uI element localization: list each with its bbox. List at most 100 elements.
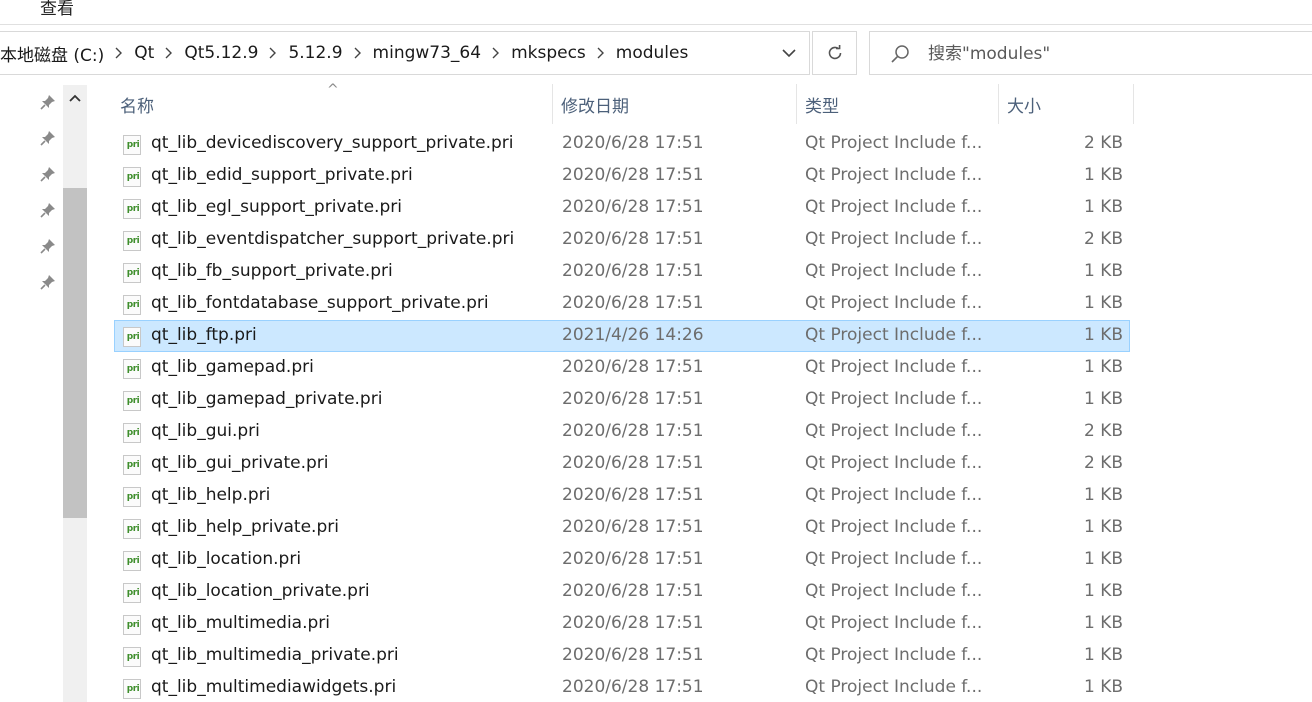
pri-file-icon: pri bbox=[123, 135, 141, 155]
file-row[interactable]: pri qt_lib_location.pri 2020/6/28 17:51 Qt … bbox=[114, 544, 1130, 576]
chevron-right-icon[interactable] bbox=[258, 43, 288, 63]
address-history-dropdown[interactable] bbox=[769, 32, 809, 74]
file-name: qt_lib_edid_support_private.pri bbox=[151, 165, 413, 185]
pri-file-icon: pri bbox=[123, 487, 141, 507]
file-name: qt_lib_multimediawidgets.pri bbox=[151, 677, 397, 697]
pri-file-icon: pri bbox=[123, 231, 141, 251]
file-name: qt_lib_help_private.pri bbox=[151, 517, 339, 537]
file-icon-label: pri bbox=[126, 524, 140, 534]
file-name: qt_lib_fontdatabase_support_private.pri bbox=[151, 293, 489, 313]
breadcrumb-item-drive[interactable]: 本地磁盘 (C:) bbox=[0, 41, 104, 66]
file-row[interactable]: pri qt_lib_ftp.pri 2021/4/26 14:26 Qt Proje… bbox=[114, 320, 1130, 352]
pin-icon[interactable] bbox=[40, 202, 56, 218]
file-date-modified: 2020/6/28 17:51 bbox=[562, 421, 704, 441]
column-size[interactable]: 大小 bbox=[999, 84, 1133, 124]
file-name: qt_lib_gui_private.pri bbox=[151, 453, 329, 473]
file-row[interactable]: pri qt_lib_devicediscovery_support_privat… bbox=[114, 128, 1130, 160]
chevron-right-icon[interactable] bbox=[104, 43, 134, 63]
file-icon-label: pri bbox=[126, 236, 140, 246]
file-icon-label: pri bbox=[126, 204, 140, 214]
file-type: Qt Project Include f... bbox=[805, 197, 983, 217]
pin-icon[interactable] bbox=[40, 274, 56, 290]
file-size: 1 KB bbox=[1083, 261, 1123, 281]
file-type: Qt Project Include f... bbox=[805, 645, 983, 665]
file-row[interactable]: pri qt_lib_multimedia_private.pri 2020/6/2… bbox=[114, 640, 1130, 672]
pri-file-icon: pri bbox=[123, 167, 141, 187]
breadcrumb-item-qt5129[interactable]: Qt5.12.9 bbox=[184, 43, 258, 63]
search-input[interactable] bbox=[928, 42, 1298, 66]
breadcrumb-item-qt[interactable]: Qt bbox=[134, 43, 154, 63]
search-box[interactable] bbox=[869, 31, 1312, 75]
file-row[interactable]: pri qt_lib_gui.pri 2020/6/28 17:51 Qt Proje… bbox=[114, 416, 1130, 448]
file-type: Qt Project Include f... bbox=[805, 677, 983, 697]
pri-file-icon: pri bbox=[123, 423, 141, 443]
nav-scrollbar-thumb[interactable] bbox=[63, 188, 87, 518]
nav-scroll-up-button[interactable] bbox=[63, 85, 87, 111]
file-row[interactable]: pri qt_lib_multimediawidgets.pri 2020/6/28… bbox=[114, 672, 1130, 702]
file-date-modified: 2020/6/28 17:51 bbox=[562, 613, 704, 633]
pri-file-icon: pri bbox=[123, 199, 141, 219]
file-size: 2 KB bbox=[1083, 229, 1123, 249]
pin-icon[interactable] bbox=[40, 130, 56, 146]
pri-file-icon: pri bbox=[123, 583, 141, 603]
breadcrumb-item-version[interactable]: 5.12.9 bbox=[288, 43, 342, 63]
pin-icon[interactable] bbox=[40, 94, 56, 110]
file-type: Qt Project Include f... bbox=[805, 581, 983, 601]
chevron-right-icon[interactable] bbox=[481, 43, 511, 63]
file-type: Qt Project Include f... bbox=[805, 357, 983, 377]
chevron-right-icon[interactable] bbox=[586, 43, 616, 63]
file-name: qt_lib_fb_support_private.pri bbox=[151, 261, 393, 281]
file-row[interactable]: pri qt_lib_fontdatabase_support_private.p… bbox=[114, 288, 1130, 320]
pin-icon[interactable] bbox=[40, 166, 56, 182]
breadcrumb-item-mkspecs[interactable]: mkspecs bbox=[511, 43, 586, 63]
file-name: qt_lib_gamepad_private.pri bbox=[151, 389, 383, 409]
file-row[interactable]: pri qt_lib_gui_private.pri 2020/6/28 17:51… bbox=[114, 448, 1130, 480]
chevron-right-icon[interactable] bbox=[154, 43, 184, 63]
file-type: Qt Project Include f... bbox=[805, 421, 983, 441]
file-date-modified: 2020/6/28 17:51 bbox=[562, 133, 704, 153]
breadcrumb-item-mingw[interactable]: mingw73_64 bbox=[373, 43, 482, 63]
file-row[interactable]: pri qt_lib_eventdispatcher_support_privat… bbox=[114, 224, 1130, 256]
pri-file-icon: pri bbox=[123, 551, 141, 571]
file-icon-label: pri bbox=[126, 428, 140, 438]
pri-file-icon: pri bbox=[123, 263, 141, 283]
ribbon-tab-view[interactable]: 查看 bbox=[40, 0, 74, 19]
file-name: qt_lib_multimedia.pri bbox=[151, 613, 330, 633]
file-row[interactable]: pri qt_lib_gamepad.pri 2020/6/28 17:51 Qt P… bbox=[114, 352, 1130, 384]
column-name[interactable]: 名称 bbox=[112, 84, 552, 124]
file-name: qt_lib_location.pri bbox=[151, 549, 302, 569]
pin-icon[interactable] bbox=[40, 238, 56, 254]
file-row[interactable]: pri qt_lib_help.pri 2020/6/28 17:51 Qt Proj… bbox=[114, 480, 1130, 512]
file-row[interactable]: pri qt_lib_help_private.pri 2020/6/28 17:5… bbox=[114, 512, 1130, 544]
file-size: 1 KB bbox=[1083, 613, 1123, 633]
file-row[interactable]: pri qt_lib_edid_support_private.pri 2020/6… bbox=[114, 160, 1130, 192]
file-size: 1 KB bbox=[1083, 485, 1123, 505]
file-icon-label: pri bbox=[126, 172, 140, 182]
file-date-modified: 2020/6/28 17:51 bbox=[562, 677, 704, 697]
breadcrumb-item-modules[interactable]: modules bbox=[616, 43, 689, 63]
address-bar[interactable]: 本地磁盘 (C:) Qt Qt5.12.9 5.12.9 mingw73_64 … bbox=[0, 31, 810, 75]
column-date-modified[interactable]: 修改日期 bbox=[553, 84, 796, 124]
file-type: Qt Project Include f... bbox=[805, 549, 983, 569]
file-icon-label: pri bbox=[126, 620, 140, 630]
refresh-button[interactable] bbox=[812, 31, 857, 75]
file-row[interactable]: pri qt_lib_location_private.pri 2020/6/28 … bbox=[114, 576, 1130, 608]
column-type[interactable]: 类型 bbox=[797, 84, 998, 124]
file-size: 1 KB bbox=[1083, 165, 1123, 185]
file-icon-label: pri bbox=[126, 364, 140, 374]
file-row[interactable]: pri qt_lib_multimedia.pri 2020/6/28 17:51 Q… bbox=[114, 608, 1130, 640]
file-icon-label: pri bbox=[126, 652, 140, 662]
column-divider[interactable] bbox=[1133, 84, 1134, 124]
file-date-modified: 2020/6/28 17:51 bbox=[562, 549, 704, 569]
file-icon-label: pri bbox=[126, 460, 140, 470]
file-row[interactable]: pri qt_lib_fb_support_private.pri 2020/6/2… bbox=[114, 256, 1130, 288]
file-type: Qt Project Include f... bbox=[805, 293, 983, 313]
ribbon: 查看 bbox=[0, 0, 1312, 25]
file-date-modified: 2020/6/28 17:51 bbox=[562, 485, 704, 505]
file-row[interactable]: pri qt_lib_gamepad_private.pri 2020/6/28 1… bbox=[114, 384, 1130, 416]
file-row[interactable]: pri qt_lib_egl_support_private.pri 2020/6/… bbox=[114, 192, 1130, 224]
chevron-right-icon[interactable] bbox=[343, 43, 373, 63]
file-type: Qt Project Include f... bbox=[805, 165, 983, 185]
file-size: 2 KB bbox=[1083, 133, 1123, 153]
file-name: qt_lib_multimedia_private.pri bbox=[151, 645, 399, 665]
